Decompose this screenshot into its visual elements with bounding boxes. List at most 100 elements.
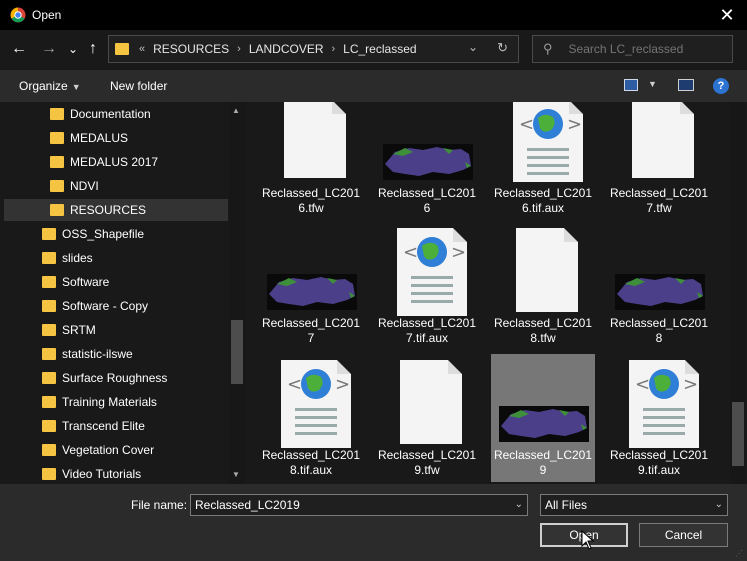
help-icon[interactable]: ? bbox=[713, 78, 729, 94]
folder-icon bbox=[42, 468, 56, 480]
recent-locations-chevron-icon[interactable]: ⌄ bbox=[62, 38, 84, 60]
folder-icon bbox=[42, 228, 56, 240]
file-name-line: Reclassed_LC201 bbox=[261, 316, 361, 330]
nav-scrollbar[interactable]: ▲ ▼ bbox=[229, 102, 245, 484]
sidebar-item-label: Video Tutorials bbox=[62, 467, 142, 481]
sidebar-item[interactable]: Transcend Elite bbox=[42, 415, 222, 437]
file-name-line: Reclassed_LC201 bbox=[261, 448, 361, 462]
web-document-file-icon: < > bbox=[397, 228, 467, 316]
chevron-down-icon[interactable]: ⌄ bbox=[468, 40, 478, 54]
web-document-file-icon: < > bbox=[629, 360, 699, 448]
file-name-combobox[interactable]: ⌄ bbox=[190, 494, 528, 516]
scroll-thumb[interactable] bbox=[732, 402, 744, 466]
chevron-down-icon[interactable]: ⌄ bbox=[515, 499, 523, 510]
sidebar-item-label: NDVI bbox=[70, 179, 99, 193]
window-title: Open bbox=[32, 8, 62, 22]
scroll-thumb[interactable] bbox=[231, 320, 243, 384]
file-item[interactable]: < > Reclassed_LC201 6.tif.aux bbox=[491, 102, 595, 228]
file-type-value: All Files bbox=[545, 498, 588, 512]
file-item[interactable]: < > Reclassed_LC201 9.tif.aux bbox=[607, 354, 711, 482]
back-arrow-icon[interactable]: ← bbox=[8, 38, 30, 60]
raster-map-thumbnail-icon bbox=[267, 274, 357, 310]
sidebar-item[interactable]: MEDALUS 2017 bbox=[50, 151, 230, 173]
bottom-panel: File name: ⌄ All Files ⌄ Open Cancel ⋰ bbox=[0, 484, 747, 561]
sidebar-item[interactable]: RESOURCES bbox=[4, 199, 228, 221]
search-box[interactable]: ⚲ bbox=[532, 35, 733, 63]
folder-icon bbox=[42, 444, 56, 456]
svg-text:<: < bbox=[403, 242, 418, 263]
refresh-icon[interactable]: ↻ bbox=[497, 40, 508, 56]
navigation-bar: ← → ⌄ ↑ « RESOURCES › LANDCOVER › LC_rec… bbox=[0, 30, 747, 70]
file-item[interactable]: Reclassed_LC201 7.tfw bbox=[607, 102, 711, 228]
chevron-right-icon[interactable]: › bbox=[332, 43, 336, 55]
sidebar-item-label: Transcend Elite bbox=[62, 419, 145, 433]
mouse-cursor-icon bbox=[581, 530, 595, 550]
breadcrumb-landcover[interactable]: LANDCOVER bbox=[249, 42, 324, 56]
sidebar-item[interactable]: slides bbox=[42, 247, 222, 269]
file-name-input[interactable] bbox=[195, 498, 495, 512]
search-icon: ⚲ bbox=[543, 41, 553, 56]
sidebar-item[interactable]: Software - Copy bbox=[42, 295, 222, 317]
breadcrumb-lc-reclassed[interactable]: LC_reclassed bbox=[343, 42, 416, 56]
chevron-down-icon[interactable]: ⌄ bbox=[715, 499, 723, 510]
file-name-line: 6.tfw bbox=[298, 201, 324, 215]
breadcrumb-resources[interactable]: RESOURCES bbox=[153, 42, 229, 56]
sidebar-item[interactable]: Software bbox=[42, 271, 222, 293]
address-bar[interactable]: « RESOURCES › LANDCOVER › LC_reclassed ⌄… bbox=[108, 35, 519, 63]
file-item[interactable]: Reclassed_LC201 8.tfw bbox=[491, 222, 595, 350]
file-item[interactable]: Reclassed_LC201 8 bbox=[607, 222, 711, 350]
sidebar-item[interactable]: Video Tutorials bbox=[42, 463, 222, 484]
file-item[interactable]: Reclassed_LC201 9.tfw bbox=[375, 354, 479, 482]
file-item[interactable]: Reclassed_LC201 6 bbox=[375, 102, 479, 228]
file-type-select[interactable]: All Files ⌄ bbox=[540, 494, 728, 516]
cancel-button[interactable]: Cancel bbox=[639, 523, 728, 547]
sidebar-item[interactable]: OSS_Shapefile bbox=[42, 223, 222, 245]
close-icon[interactable]: ✕ bbox=[715, 3, 739, 27]
raster-map-thumbnail-icon bbox=[499, 406, 589, 442]
sidebar-item[interactable]: SRTM bbox=[42, 319, 222, 341]
folder-icon bbox=[42, 300, 56, 312]
search-input[interactable] bbox=[568, 42, 719, 56]
sidebar-item[interactable]: Documentation bbox=[50, 103, 230, 125]
sidebar-item-label: slides bbox=[62, 251, 93, 265]
file-name-line: 9.tfw bbox=[414, 463, 440, 477]
chevron-right-icon[interactable]: › bbox=[237, 43, 241, 55]
sidebar-item[interactable]: Training Materials bbox=[42, 391, 222, 413]
change-view-icon[interactable] bbox=[624, 79, 638, 91]
scroll-up-icon[interactable]: ▲ bbox=[232, 106, 240, 115]
file-name-label: File name: bbox=[131, 498, 188, 512]
folder-icon bbox=[42, 396, 56, 408]
preview-pane-icon[interactable] bbox=[678, 79, 694, 91]
sidebar-item-label: Vegetation Cover bbox=[62, 443, 155, 457]
content-scrollbar[interactable] bbox=[730, 102, 746, 484]
up-arrow-icon[interactable]: ↑ bbox=[82, 38, 104, 60]
svg-text:<: < bbox=[287, 374, 302, 395]
sidebar-item-label: Software - Copy bbox=[62, 299, 149, 313]
organize-button[interactable]: Organize ▼ bbox=[19, 79, 81, 93]
forward-arrow-icon[interactable]: → bbox=[38, 38, 60, 60]
file-item[interactable]: < > Reclassed_LC201 8.tif.aux bbox=[259, 354, 363, 482]
sidebar-item[interactable]: Surface Roughness bbox=[42, 367, 222, 389]
sidebar-item[interactable]: statistic-ilswe bbox=[42, 343, 222, 365]
file-item[interactable]: < > Reclassed_LC201 7.tif.aux bbox=[375, 222, 479, 350]
sidebar-item[interactable]: NDVI bbox=[50, 175, 230, 197]
file-item[interactable]: Reclassed_LC201 6.tfw bbox=[259, 102, 363, 228]
breadcrumb-overflow[interactable]: « bbox=[139, 43, 145, 55]
sidebar-item[interactable]: MEDALUS bbox=[50, 127, 230, 149]
svg-text:<: < bbox=[635, 374, 650, 395]
file-item[interactable]: Reclassed_LC201 9 bbox=[491, 354, 595, 482]
folder-icon bbox=[42, 324, 56, 336]
document-file-icon bbox=[516, 228, 578, 312]
folder-icon bbox=[50, 204, 64, 216]
sidebar-item[interactable]: Vegetation Cover bbox=[42, 439, 222, 461]
file-name-line: Reclassed_LC201 bbox=[609, 186, 709, 200]
new-folder-button[interactable]: New folder bbox=[110, 79, 167, 93]
scroll-down-icon[interactable]: ▼ bbox=[232, 470, 240, 479]
file-name-line: 6 bbox=[423, 201, 431, 215]
view-options-arrow-icon[interactable]: ▼ bbox=[648, 79, 657, 89]
file-item[interactable]: Reclassed_LC201 7 bbox=[259, 222, 363, 350]
file-name-line: 8.tif.aux bbox=[289, 463, 333, 477]
file-name-line: Reclassed_LC201 bbox=[609, 448, 709, 462]
folder-icon bbox=[50, 180, 64, 192]
resize-grip-icon[interactable]: ⋰ bbox=[735, 549, 745, 559]
